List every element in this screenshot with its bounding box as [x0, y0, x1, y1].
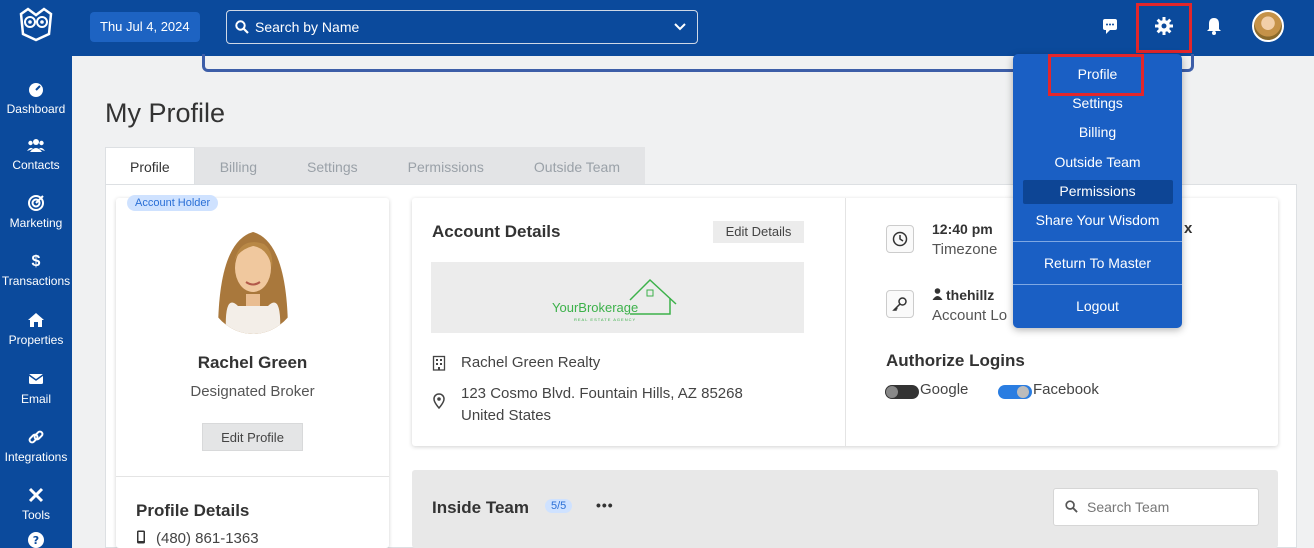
- profile-highlight-box: [1048, 54, 1144, 96]
- sidebar-item-help[interactable]: ?: [0, 531, 72, 548]
- dashboard-icon: [0, 80, 72, 100]
- svg-text:?: ?: [33, 534, 39, 547]
- sidebar-item-label: Email: [20, 392, 51, 406]
- address-line2: United States: [461, 407, 552, 424]
- date-button[interactable]: Thu Jul 4, 2024: [90, 12, 200, 42]
- sidebar-item-properties[interactable]: Properties: [0, 311, 72, 347]
- authorize-logins-title: Authorize Logins: [886, 351, 1025, 370]
- more-options-button[interactable]: •••: [596, 497, 614, 513]
- profile-tabs: Profile Billing Settings Permissions Out…: [105, 147, 646, 185]
- username-text: thehillz: [946, 287, 995, 303]
- brokerage-logo: YourBrokerage REAL ESTATE AGENCY: [552, 278, 677, 322]
- search-team-placeholder: Search Team: [1087, 499, 1170, 515]
- team-count-badge: 5/5: [545, 499, 573, 513]
- top-bar: Thu Jul 4, 2024 Search by Name: [72, 0, 1314, 56]
- facebook-toggle[interactable]: [998, 385, 1032, 399]
- tab-settings[interactable]: Settings: [282, 147, 383, 185]
- current-time: 12:40 pm: [932, 221, 993, 237]
- edit-details-button[interactable]: Edit Details: [713, 221, 804, 243]
- map-pin-icon: [433, 393, 445, 409]
- divider: [845, 198, 846, 446]
- menu-item-outside-team[interactable]: Outside Team: [1013, 154, 1182, 170]
- search-by-name-select[interactable]: Search by Name: [226, 10, 698, 44]
- sidebar-item-dashboard[interactable]: Dashboard: [0, 80, 72, 116]
- google-label: Google: [920, 381, 969, 398]
- profile-role: Designated Broker: [190, 383, 315, 400]
- menu-divider: [1013, 284, 1182, 285]
- timezone-suffix: x: [1184, 220, 1193, 237]
- search-placeholder: Search by Name: [255, 19, 360, 35]
- sidebar-item-label: Properties: [8, 333, 64, 347]
- search-icon: [235, 20, 249, 34]
- timezone-label: Timezone: [932, 241, 998, 258]
- sidebar-item-tools[interactable]: Tools: [0, 486, 72, 522]
- dollar-icon: $: [31, 253, 41, 270]
- sidebar-item-label: Contacts: [12, 158, 60, 172]
- tab-permissions[interactable]: Permissions: [382, 147, 509, 185]
- facebook-label: Facebook: [1033, 381, 1099, 398]
- google-toggle[interactable]: [885, 385, 919, 399]
- clock-icon: [886, 225, 914, 253]
- sidebar: Dashboard Contacts Marketing $ Transacti…: [0, 0, 72, 548]
- avatar[interactable]: [1252, 10, 1284, 42]
- contacts-icon: [0, 136, 72, 156]
- marketing-icon: [0, 194, 72, 214]
- building-icon: [432, 355, 446, 371]
- bell-icon[interactable]: [1202, 14, 1226, 38]
- chat-icon[interactable]: [1098, 14, 1122, 38]
- menu-item-permissions[interactable]: Permissions: [1013, 183, 1182, 199]
- sidebar-item-label: Integrations: [4, 450, 68, 464]
- help-icon: ?: [0, 531, 72, 548]
- link-icon: [0, 428, 72, 448]
- phone-number: (480) 861-1363: [156, 530, 259, 547]
- tab-outside-team[interactable]: Outside Team: [508, 147, 646, 185]
- sidebar-item-label: Transactions: [1, 274, 71, 288]
- tab-billing[interactable]: Billing: [194, 147, 283, 185]
- owl-logo-icon[interactable]: [18, 6, 54, 42]
- edit-profile-button[interactable]: Edit Profile: [202, 423, 303, 451]
- key-icon: [886, 290, 914, 318]
- menu-item-settings[interactable]: Settings: [1013, 95, 1182, 111]
- account-login-label: Account Lo: [932, 307, 1008, 324]
- sidebar-item-label: Dashboard: [6, 102, 66, 116]
- user-icon: [932, 288, 943, 300]
- tab-profile[interactable]: Profile: [105, 147, 195, 185]
- sidebar-item-label: Marketing: [9, 216, 63, 230]
- logo-text: YourBrokerage: [552, 300, 638, 315]
- sidebar-item-integrations[interactable]: Integrations: [0, 428, 72, 464]
- envelope-icon: [0, 370, 72, 390]
- profile-name: Rachel Green: [197, 353, 308, 372]
- address-line1: 123 Cosmo Blvd. Fountain Hills, AZ 85268: [461, 385, 743, 402]
- menu-item-billing[interactable]: Billing: [1013, 124, 1182, 140]
- mobile-phone-icon: [137, 530, 145, 544]
- account-holder-badge: Account Holder: [127, 195, 219, 211]
- tools-icon: [0, 486, 72, 506]
- logo-subtext: REAL ESTATE AGENCY: [574, 317, 636, 322]
- menu-item-share-your-wisdom[interactable]: Share Your Wisdom: [1013, 212, 1182, 228]
- divider: [116, 476, 389, 477]
- home-icon: [0, 311, 72, 331]
- menu-divider: [1013, 241, 1182, 242]
- profile-phone: (480) 861-1363: [136, 530, 259, 547]
- gear-highlight-box: [1136, 3, 1192, 53]
- sidebar-item-transactions[interactable]: $ Transactions: [0, 252, 72, 288]
- sidebar-item-label: Tools: [21, 508, 50, 522]
- profile-details-title: Profile Details: [136, 501, 250, 520]
- account-details-title: Account Details: [432, 222, 561, 241]
- menu-item-logout[interactable]: Logout: [1013, 298, 1182, 314]
- menu-item-return-to-master[interactable]: Return To Master: [1013, 255, 1182, 271]
- page-title: My Profile: [105, 98, 226, 128]
- sidebar-item-marketing[interactable]: Marketing: [0, 194, 72, 230]
- sidebar-item-contacts[interactable]: Contacts: [0, 136, 72, 172]
- inside-team-title: Inside Team: [432, 498, 529, 517]
- account-username: thehillz: [932, 287, 994, 303]
- search-icon: [1065, 500, 1078, 513]
- company-name: Rachel Green Realty: [461, 354, 601, 371]
- sidebar-item-email[interactable]: Email: [0, 370, 72, 406]
- profile-photo: [204, 222, 302, 334]
- search-team-input[interactable]: Search Team: [1053, 488, 1259, 526]
- chevron-down-icon: [674, 23, 686, 31]
